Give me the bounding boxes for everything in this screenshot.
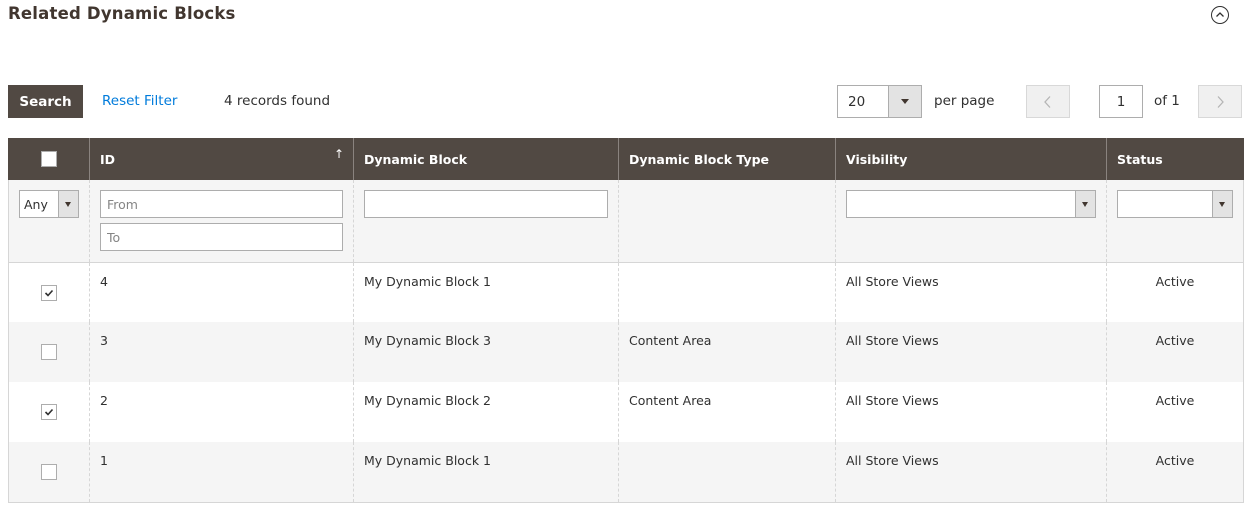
select-all-checkbox[interactable] bbox=[41, 151, 57, 167]
mass-select-filter[interactable]: Any bbox=[19, 190, 79, 218]
cell-status: Active bbox=[1106, 382, 1244, 442]
current-page-input[interactable] bbox=[1099, 85, 1143, 118]
cell-id: 4 bbox=[89, 262, 354, 322]
visibility-filter-select[interactable] bbox=[846, 190, 1096, 218]
cell-dynamic-block-type bbox=[618, 442, 836, 503]
caret-down-icon bbox=[1082, 202, 1088, 207]
mass-select-value: Any bbox=[24, 197, 48, 212]
per-page-dropdown-button[interactable] bbox=[888, 86, 921, 117]
cell-status: Active bbox=[1106, 442, 1244, 503]
checkmark-icon bbox=[44, 289, 54, 297]
cell-dynamic-block: My Dynamic Block 1 bbox=[353, 442, 619, 503]
header-id[interactable]: ID ↑ bbox=[89, 138, 354, 180]
header-status[interactable]: Status bbox=[1106, 138, 1244, 180]
cell-id: 3 bbox=[89, 322, 354, 382]
row-checkbox[interactable] bbox=[41, 404, 57, 420]
cell-dynamic-block-type: Content Area bbox=[618, 322, 836, 382]
section-title: Related Dynamic Blocks bbox=[8, 4, 236, 23]
header-mass-select bbox=[8, 138, 90, 180]
cell-dynamic-block: My Dynamic Block 2 bbox=[353, 382, 619, 442]
records-found: 4 records found bbox=[224, 93, 331, 109]
reset-filter-link[interactable]: Reset Filter bbox=[102, 93, 177, 109]
header-visibility[interactable]: Visibility bbox=[835, 138, 1107, 180]
search-button[interactable]: Search bbox=[8, 85, 83, 118]
cell-visibility: All Store Views bbox=[835, 322, 1107, 382]
caret-down-icon bbox=[1219, 202, 1225, 207]
id-from-input[interactable] bbox=[100, 190, 343, 218]
cell-visibility: All Store Views bbox=[835, 442, 1107, 503]
per-page-value: 20 bbox=[848, 94, 866, 110]
header-dynamic-block[interactable]: Dynamic Block bbox=[353, 138, 619, 180]
row-checkbox[interactable] bbox=[41, 284, 57, 301]
dynamic-block-filter-input[interactable] bbox=[364, 190, 608, 218]
dynamic-block-type-filter-empty bbox=[618, 180, 836, 263]
per-page-select[interactable]: 20 bbox=[837, 85, 922, 118]
filter-row: Any bbox=[8, 180, 1244, 263]
cell-id: 2 bbox=[89, 382, 354, 442]
cell-dynamic-block: My Dynamic Block 1 bbox=[353, 262, 619, 322]
cell-visibility: All Store Views bbox=[835, 382, 1107, 442]
id-to-input[interactable] bbox=[100, 223, 343, 251]
caret-down-icon bbox=[65, 202, 71, 207]
table-row[interactable]: 2 My Dynamic Block 2 Content Area All St… bbox=[8, 382, 1244, 442]
dynamic-blocks-grid: ID ↑ Dynamic Block Dynamic Block Type Vis… bbox=[8, 138, 1244, 503]
sort-ascending-icon: ↑ bbox=[333, 147, 344, 161]
header-id-label: ID bbox=[100, 151, 116, 167]
total-pages-label: of 1 bbox=[1154, 93, 1180, 109]
next-page-button[interactable] bbox=[1198, 85, 1242, 118]
cell-dynamic-block-type bbox=[618, 262, 836, 322]
table-row[interactable]: 3 My Dynamic Block 3 Content Area All St… bbox=[8, 322, 1244, 382]
table-row[interactable]: 4 My Dynamic Block 1 All Store Views Act… bbox=[8, 262, 1244, 322]
header-dynamic-block-type[interactable]: Dynamic Block Type bbox=[618, 138, 836, 180]
cell-dynamic-block: My Dynamic Block 3 bbox=[353, 322, 619, 382]
collapse-button[interactable] bbox=[1211, 6, 1229, 24]
chevron-up-icon bbox=[1216, 12, 1224, 17]
cell-dynamic-block-type: Content Area bbox=[618, 382, 836, 442]
checkmark-icon bbox=[44, 408, 54, 416]
grid-toolbar: Search Reset Filter 4 records found 20 p… bbox=[8, 85, 1243, 118]
chevron-right-icon bbox=[1217, 96, 1224, 108]
mass-select-dropdown-button[interactable] bbox=[58, 191, 78, 217]
cell-id: 1 bbox=[89, 442, 354, 503]
cell-visibility: All Store Views bbox=[835, 262, 1107, 322]
table-row[interactable]: 1 My Dynamic Block 1 All Store Views Act… bbox=[8, 442, 1244, 503]
chevron-left-icon bbox=[1044, 96, 1051, 108]
cell-status: Active bbox=[1106, 262, 1244, 322]
cell-status: Active bbox=[1106, 322, 1244, 382]
row-checkbox[interactable] bbox=[41, 344, 57, 360]
row-checkbox[interactable] bbox=[41, 464, 57, 480]
grid-header-row: ID ↑ Dynamic Block Dynamic Block Type Vis… bbox=[8, 138, 1244, 180]
visibility-dropdown-button[interactable] bbox=[1075, 191, 1095, 217]
caret-down-icon bbox=[901, 99, 909, 104]
per-page-label: per page bbox=[934, 93, 995, 109]
status-filter-select[interactable] bbox=[1117, 190, 1233, 218]
previous-page-button[interactable] bbox=[1026, 85, 1070, 118]
status-dropdown-button[interactable] bbox=[1212, 191, 1232, 217]
